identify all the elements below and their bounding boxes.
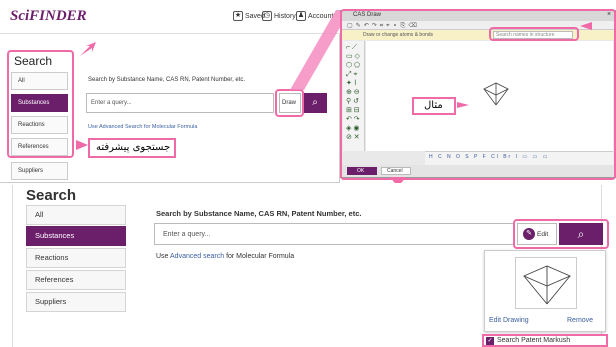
advanced-search-callout: جستجوی پیشرفته: [88, 138, 176, 158]
saved-icon[interactable]: ★: [233, 11, 243, 21]
query-placeholder: Enter a query...: [91, 100, 132, 106]
scifinder-top-panel: SciFINDER ★ Saved ◷ History ♟ Account Se…: [0, 0, 340, 183]
structure-preview-panel: Edit Drawing Remove: [484, 250, 606, 332]
search-instruction: Search by Substance Name, CAS RN, Patent…: [88, 77, 246, 83]
markush-label: Search Patent Markush: [497, 337, 571, 344]
pointer-arrow-icon: [580, 22, 592, 30]
editor-highlight: [340, 9, 616, 180]
advanced-search-line: Use Advanced search for Molecular Formul…: [156, 253, 294, 260]
page-title: Search: [26, 187, 77, 204]
structure-drawing: [522, 265, 572, 305]
query-input[interactable]: Enter a query...: [154, 223, 514, 245]
sidebar-item-suppliers[interactable]: Suppliers: [11, 162, 68, 180]
sidebar-item-label: Suppliers: [35, 297, 67, 306]
advanced-prefix: Use: [156, 253, 169, 260]
sidebar-item-label: References: [35, 275, 74, 284]
sidebar-item-suppliers[interactable]: Suppliers: [26, 292, 126, 312]
search-icon: ⌕: [312, 97, 318, 108]
search-button[interactable]: ⌕: [303, 93, 327, 113]
sidebar-item-label: All: [35, 210, 44, 219]
sidebar-item-reactions[interactable]: Reactions: [26, 248, 126, 268]
advanced-suffix: for Molecular Formula: [226, 253, 295, 260]
advanced-search-link[interactable]: Use Advanced Search for Molecular Formul…: [88, 124, 197, 130]
pointer-arrow-icon: [80, 42, 96, 56]
sidebar-item-label: Substances: [35, 231, 75, 240]
edit-highlight: [513, 219, 609, 249]
sidebar-highlight: [7, 50, 74, 158]
remove-link[interactable]: Remove: [567, 317, 593, 324]
scifinder-bottom-panel: Search All Substances Reactions Referenc…: [0, 183, 616, 347]
history-icon[interactable]: ◷: [262, 11, 272, 21]
query-input[interactable]: Enter a query...: [86, 93, 274, 113]
advanced-search-link[interactable]: Advanced search: [170, 253, 224, 260]
markush-option[interactable]: ✓ Search Patent Markush: [482, 334, 608, 347]
structure-thumbnail[interactable]: [515, 257, 577, 309]
top-header: SciFINDER ★ Saved ◷ History ♟ Account: [0, 0, 340, 34]
sidebar-item-label: Reactions: [35, 253, 69, 262]
edit-drawing-link[interactable]: Edit Drawing: [489, 317, 529, 324]
pointer-arrow-icon: [76, 140, 88, 150]
search-instruction: Search by Substance Name, CAS RN, Patent…: [156, 209, 362, 218]
draw-highlight: [275, 89, 304, 117]
checkbox-checked-icon[interactable]: ✓: [486, 337, 494, 345]
scifinder-logo: SciFINDER: [10, 8, 87, 24]
advanced-search-label: جستجوی پیشرفته: [96, 142, 171, 153]
query-placeholder: Enter a query...: [163, 231, 211, 238]
sidebar-item-label: Suppliers: [18, 168, 44, 174]
sidebar-item-substances[interactable]: Substances: [26, 226, 126, 246]
sidebar-item-all[interactable]: All: [26, 205, 126, 225]
sidebar-item-references[interactable]: References: [26, 270, 126, 290]
